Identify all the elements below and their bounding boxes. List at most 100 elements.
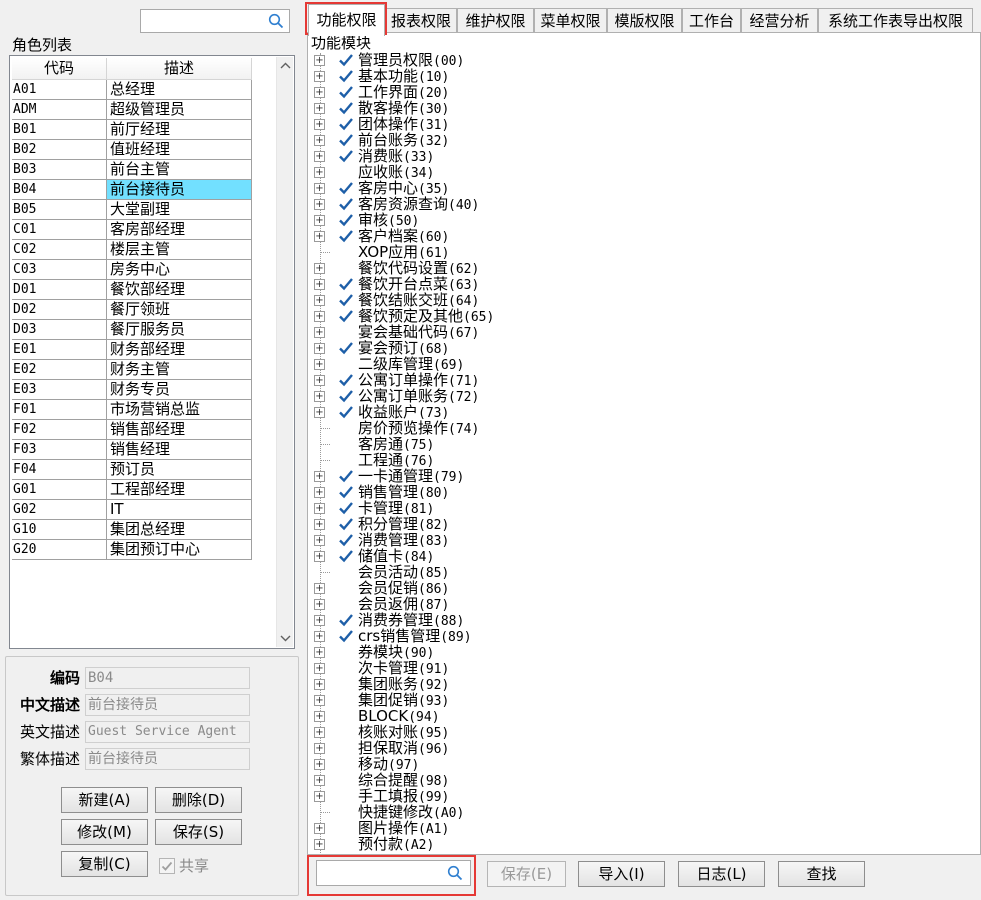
checkmark-icon[interactable] — [338, 484, 354, 500]
expand-plus-icon[interactable]: + — [314, 695, 325, 706]
checkmark-icon[interactable] — [338, 148, 354, 164]
role-row[interactable]: D01 餐饮部经理 — [12, 280, 252, 300]
module-node[interactable]: + 次卡管理(91) — [312, 660, 972, 677]
role-row[interactable]: C01 客房部经理 — [12, 220, 252, 240]
expand-plus-icon[interactable]: + — [314, 583, 325, 594]
save-permission-button[interactable]: 保存(E) — [487, 861, 566, 887]
expand-plus-icon[interactable]: + — [314, 231, 325, 242]
checkmark-icon[interactable] — [338, 308, 354, 324]
role-row[interactable]: C03 房务中心 — [12, 260, 252, 280]
expand-plus-icon[interactable]: + — [314, 327, 325, 338]
module-node[interactable]: 快捷键修改(A0) — [312, 804, 972, 821]
module-node[interactable]: + 二级库管理(69) — [312, 356, 972, 373]
new-button[interactable]: 新建(A) — [61, 787, 148, 813]
module-node[interactable]: + 客户档案(60) — [312, 228, 972, 245]
expand-plus-icon[interactable]: + — [314, 727, 325, 738]
role-search-box[interactable] — [140, 9, 290, 33]
module-node[interactable]: + 集团账务(92) — [312, 676, 972, 693]
checkmark-icon[interactable] — [338, 372, 354, 388]
module-node[interactable]: + 销售管理(80) — [312, 484, 972, 501]
expand-plus-icon[interactable]: + — [314, 663, 325, 674]
checkmark-icon[interactable] — [338, 100, 354, 116]
checkmark-icon[interactable] — [338, 388, 354, 404]
expand-plus-icon[interactable]: + — [314, 375, 325, 386]
checkmark-icon[interactable] — [338, 404, 354, 420]
checkmark-icon[interactable] — [338, 84, 354, 100]
cn-desc-field[interactable]: 前台接待员 — [85, 694, 250, 716]
module-node[interactable]: + 公寓订单操作(71) — [312, 372, 972, 389]
role-row[interactable]: F01 市场营销总监 — [12, 400, 252, 420]
module-node[interactable]: + 宴会基础代码(67) — [312, 324, 972, 341]
module-node[interactable]: + 宴会预订(68) — [312, 340, 972, 357]
expand-plus-icon[interactable]: + — [314, 407, 325, 418]
expand-plus-icon[interactable]: + — [314, 647, 325, 658]
expand-plus-icon[interactable]: + — [314, 711, 325, 722]
role-row[interactable]: B01 前厅经理 — [12, 120, 252, 140]
checkmark-icon[interactable] — [338, 196, 354, 212]
scroll-down-arrow-icon[interactable] — [277, 630, 294, 647]
role-row[interactable]: G02 IT — [12, 500, 252, 520]
module-node[interactable]: + 券模块(90) — [312, 644, 972, 661]
module-search-box[interactable] — [316, 860, 471, 886]
expand-plus-icon[interactable]: + — [314, 295, 325, 306]
checkmark-icon[interactable] — [338, 612, 354, 628]
module-node[interactable]: + 团体操作(31) — [312, 116, 972, 133]
checkmark-icon[interactable] — [338, 548, 354, 564]
module-node[interactable]: + 餐饮开台点菜(63) — [312, 276, 972, 293]
expand-plus-icon[interactable]: + — [314, 199, 325, 210]
code-field[interactable]: B04 — [85, 667, 250, 689]
checkmark-icon[interactable] — [338, 532, 354, 548]
module-node[interactable]: + 应收账(34) — [312, 164, 972, 181]
role-row[interactable]: C02 楼层主管 — [12, 240, 252, 260]
tab-menu-permission[interactable]: 菜单权限 — [534, 8, 607, 34]
expand-plus-icon[interactable]: + — [314, 679, 325, 690]
role-row[interactable]: ADM 超级管理员 — [12, 100, 252, 120]
module-node[interactable]: + 餐饮结账交班(64) — [312, 292, 972, 309]
module-node[interactable]: + 工作界面(20) — [312, 84, 972, 101]
expand-plus-icon[interactable]: + — [314, 839, 325, 850]
module-node[interactable]: + 前台账务(32) — [312, 132, 972, 149]
expand-plus-icon[interactable]: + — [314, 535, 325, 546]
module-node[interactable]: + 核账对账(95) — [312, 724, 972, 741]
checkmark-icon[interactable] — [338, 132, 354, 148]
checkmark-icon[interactable] — [338, 468, 354, 484]
expand-plus-icon[interactable]: + — [314, 119, 325, 130]
tab-worksheet-export-permission[interactable]: 系统工作表导出权限 — [818, 8, 973, 34]
role-row[interactable]: F02 销售部经理 — [12, 420, 252, 440]
module-node[interactable]: + 客房中心(35) — [312, 180, 972, 197]
module-node[interactable]: + crs销售管理(89) — [312, 628, 972, 645]
role-table-scrollbar[interactable] — [276, 57, 293, 647]
en-desc-field[interactable]: Guest Service Agent — [85, 721, 250, 743]
expand-plus-icon[interactable]: + — [314, 167, 325, 178]
checkmark-icon[interactable] — [338, 68, 354, 84]
tab-template-permission[interactable]: 模版权限 — [607, 8, 682, 34]
checkmark-icon[interactable] — [338, 116, 354, 132]
role-table[interactable]: 代码 描述 A01 总经理 ADM 超级管理员 B01 前厅经理 B02 值班经理 B03 前台主… — [9, 55, 295, 649]
module-node[interactable]: + 会员返佣(87) — [312, 596, 972, 613]
module-node[interactable]: 会员活动(85) — [312, 564, 972, 581]
module-node[interactable]: + 餐饮预定及其他(65) — [312, 308, 972, 325]
module-node[interactable]: + 审核(50) — [312, 212, 972, 229]
expand-plus-icon[interactable]: + — [314, 151, 325, 162]
role-row[interactable]: A01 总经理 — [12, 80, 252, 100]
module-node[interactable]: + 储值卡(84) — [312, 548, 972, 565]
tab-business-analysis[interactable]: 经营分析 — [741, 8, 818, 34]
search-icon[interactable] — [447, 865, 463, 881]
expand-plus-icon[interactable]: + — [314, 631, 325, 642]
expand-plus-icon[interactable]: + — [314, 743, 325, 754]
checkmark-icon[interactable] — [338, 516, 354, 532]
search-icon[interactable] — [268, 13, 284, 29]
checkmark-icon[interactable] — [338, 52, 354, 68]
role-row[interactable]: F04 预订员 — [12, 460, 252, 480]
find-button[interactable]: 查找 — [778, 861, 865, 887]
tab-function-permission[interactable]: 功能权限 — [308, 4, 385, 36]
module-node[interactable]: + 餐饮代码设置(62) — [312, 260, 972, 277]
module-node[interactable]: + 综合提醒(98) — [312, 772, 972, 789]
module-node[interactable]: + 集团促销(93) — [312, 692, 972, 709]
modify-button[interactable]: 修改(M) — [61, 819, 148, 845]
expand-plus-icon[interactable]: + — [314, 343, 325, 354]
expand-plus-icon[interactable]: + — [314, 487, 325, 498]
tab-workbench[interactable]: 工作台 — [682, 8, 741, 34]
module-node[interactable]: + 消费账(33) — [312, 148, 972, 165]
module-node[interactable]: + 图片操作(A1) — [312, 820, 972, 837]
